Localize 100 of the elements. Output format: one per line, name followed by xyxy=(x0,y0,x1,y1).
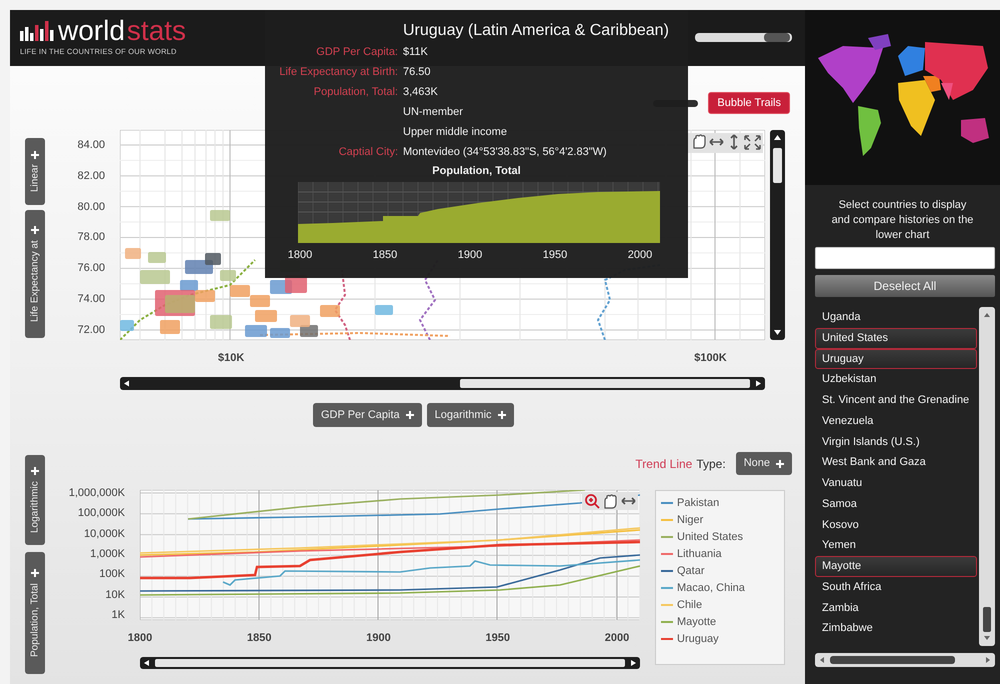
axis-tick-label: 2000 xyxy=(604,631,630,646)
legend-label: United States xyxy=(677,530,744,544)
field-value: 76.50 xyxy=(403,65,432,80)
field-value: Upper middle income xyxy=(403,125,508,140)
axis-scale-button[interactable]: GDP Per Capita xyxy=(313,403,422,427)
field-label: GDP Per Capita: xyxy=(315,45,398,60)
field-label: Captial City: xyxy=(338,145,398,160)
search-field[interactable] xyxy=(815,247,995,269)
axis-scale-button[interactable]: Logarithmic xyxy=(25,455,45,545)
axis-tick-label: 76.00 xyxy=(76,261,105,276)
plus-icon xyxy=(498,411,506,419)
axis-tick-label: 1800 xyxy=(286,248,314,263)
country-list-item[interactable]: St. Vincent and the Grenadine xyxy=(815,390,977,411)
axis-tick-label: 84.00 xyxy=(76,138,105,153)
country-list-item[interactable]: South Africa xyxy=(815,576,977,598)
trend-type-dropdown[interactable]: None xyxy=(736,452,792,475)
legend-label: Niger xyxy=(677,512,704,526)
legend-label: Mayotte xyxy=(677,614,716,628)
country-list-item[interactable]: Virgin Islands (U.S.) xyxy=(815,432,977,452)
type-label: Type: xyxy=(696,456,726,472)
horizontal-scrollbar[interactable] xyxy=(120,377,765,390)
axis-tick-label: 2000 xyxy=(626,248,654,263)
axis-tick-label: 72.00 xyxy=(76,322,105,338)
horizontal-arrows-icon[interactable] xyxy=(709,138,724,146)
vertical-arrows-icon[interactable] xyxy=(730,134,738,150)
axis-tick-label: $100K xyxy=(694,351,727,366)
axis-tick-label: 1K xyxy=(110,608,125,622)
bubble-trails-button[interactable]: Bubble Trails xyxy=(708,92,790,114)
axis-tick-label: 100,000K xyxy=(76,506,125,520)
field-value: Montevideo (34°53'38.83"S, 56°4'2.83"W) xyxy=(403,145,608,160)
plus-icon xyxy=(406,411,414,419)
axis-scale-button[interactable]: Logarithmic xyxy=(426,403,514,427)
instructions-text: Select countries to display and compare histories on the lower chart xyxy=(830,198,974,243)
country-list-item[interactable]: Samoa xyxy=(815,494,977,514)
axis-tick-label: 78.00 xyxy=(76,230,105,246)
horizontal-scrollbar[interactable] xyxy=(140,657,640,669)
axis-tick-label: 1950 xyxy=(484,631,511,646)
axis-tick-label: 80.00 xyxy=(76,200,105,215)
country-list-item[interactable]: Zimbabwe xyxy=(815,618,977,639)
axis-tick-label: 1,000K xyxy=(89,546,125,561)
slider-thumb[interactable] xyxy=(764,33,790,42)
axis-scale-button[interactable]: Population, Total xyxy=(25,552,45,674)
expand-icon[interactable] xyxy=(744,135,761,150)
plus-icon xyxy=(31,467,39,476)
axis-tick-label: 82.00 xyxy=(76,168,105,184)
axis-scale-button[interactable]: Linear xyxy=(25,138,45,205)
legend-label: Chile xyxy=(677,598,702,612)
vertical-scrollbar[interactable] xyxy=(770,130,785,340)
country-list-item[interactable]: Uzbekistan xyxy=(815,369,977,390)
legend-label: Lithuania xyxy=(677,546,722,560)
axis-tick-label: 10K xyxy=(104,588,125,602)
plus-icon xyxy=(776,460,784,468)
legend-label: Uruguay xyxy=(677,632,719,646)
country-list-item[interactable]: Uganda xyxy=(815,307,977,328)
logo-bars-icon xyxy=(20,21,54,41)
axis-tick-label: $10K xyxy=(218,351,244,366)
field-value: 3,463K xyxy=(403,85,439,100)
axis-tick-label: 1950 xyxy=(542,248,568,263)
horizontal-scrollbar[interactable] xyxy=(815,653,995,667)
country-list-item[interactable]: Venezuela xyxy=(815,410,977,432)
axis-tick-label: 1,000,000K xyxy=(68,486,125,500)
field-label: Life Expectancy at Birth: xyxy=(278,65,398,80)
axis-tick-label: 1900 xyxy=(365,631,392,646)
logo-text: world xyxy=(58,18,125,44)
plus-icon xyxy=(31,150,39,159)
country-list-item[interactable]: Yemen xyxy=(815,535,977,556)
zoom-in-icon[interactable] xyxy=(585,494,600,509)
legend-label: Macao, China xyxy=(677,580,745,594)
timeline-slider[interactable] xyxy=(695,33,792,42)
axis-tick-label: 1850 xyxy=(246,631,272,646)
country-list-item[interactable]: Zambia xyxy=(815,598,977,618)
hand-icon[interactable] xyxy=(693,134,706,149)
axis-tick-label: 1900 xyxy=(456,248,484,263)
legend-label: Qatar xyxy=(677,564,705,578)
plus-icon xyxy=(31,569,39,578)
country-list-item[interactable]: Mayotte xyxy=(815,556,977,577)
hand-icon[interactable] xyxy=(604,494,617,509)
country-list-item[interactable]: United States xyxy=(815,328,977,348)
trend-line-label: Trend Line xyxy=(635,456,692,472)
field-label: Population, Total: xyxy=(312,85,398,100)
logo-text: stats xyxy=(126,18,186,44)
plus-icon xyxy=(31,226,39,234)
deselect-all-button[interactable]: Deselect All xyxy=(815,275,995,297)
field-value: $11K xyxy=(403,45,429,60)
axis-tick-label: 10,000K xyxy=(83,526,125,541)
axis-scale-button[interactable]: Life Expectancy at xyxy=(25,210,45,338)
axis-tick-label: 74.00 xyxy=(76,292,105,308)
country-list-item[interactable]: Uruguay xyxy=(815,348,977,370)
horizontal-arrows-icon[interactable] xyxy=(621,497,636,505)
axis-tick-label: 1850 xyxy=(372,248,398,263)
vertical-scrollbar[interactable] xyxy=(979,307,995,646)
axis-tick-label: 1800 xyxy=(126,631,154,646)
legend-label: Pakistan xyxy=(677,496,720,510)
country-list-item[interactable]: Vanuatu xyxy=(815,473,977,494)
country-list-item[interactable]: Kosovo xyxy=(815,514,977,536)
country-list-item[interactable]: West Bank and Gaza xyxy=(815,452,977,473)
axis-tick-label: 100K xyxy=(98,567,125,582)
chart-title: Population, Total xyxy=(431,164,522,179)
tooltip-title: Uruguay (Latin America & Caribbean) xyxy=(403,21,670,41)
field-value: UN-member xyxy=(403,105,464,120)
